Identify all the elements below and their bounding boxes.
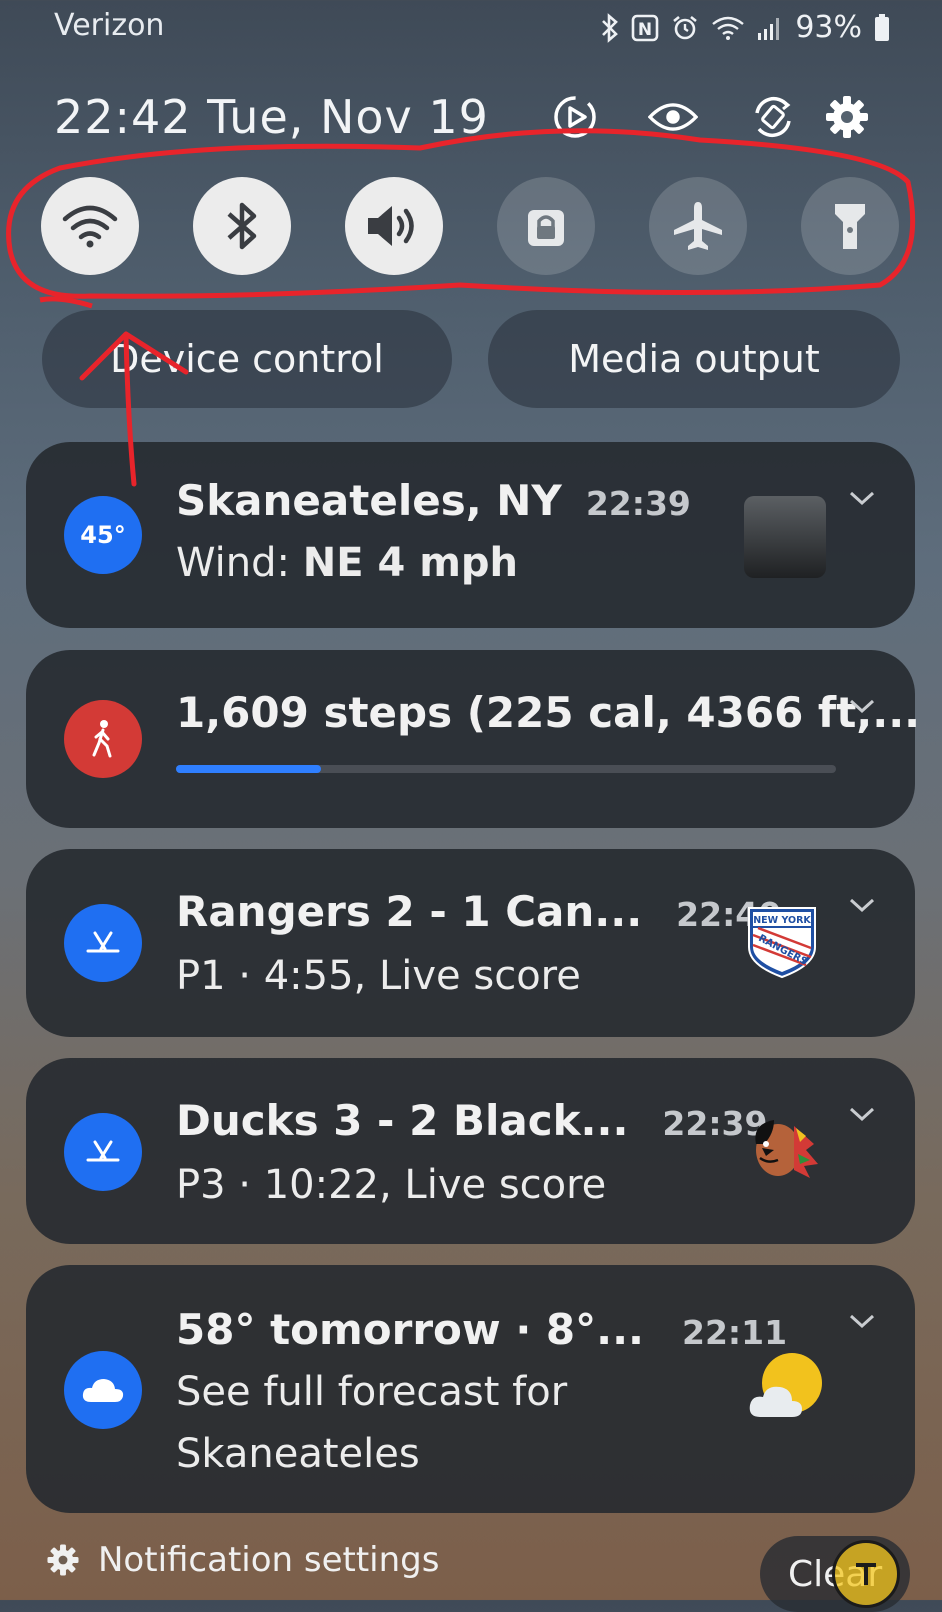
signal-icon bbox=[757, 15, 783, 41]
game-status: P3 · 10:22, Live score bbox=[176, 1162, 607, 1208]
battery-icon bbox=[874, 13, 890, 42]
bluetooth-icon bbox=[227, 202, 257, 250]
wind-label: Wind: bbox=[176, 540, 303, 586]
text-t-icon bbox=[856, 1563, 876, 1585]
notification-time: 22:39 bbox=[585, 484, 691, 523]
status-bar: Verizon N 93% bbox=[0, 0, 942, 56]
wifi-icon bbox=[62, 205, 118, 248]
chevron-down-icon[interactable] bbox=[847, 696, 877, 716]
notification-title: Ducks 3 - 2 Black... 22:39 bbox=[176, 1096, 767, 1145]
status-icons: N 93% bbox=[601, 10, 890, 45]
chevron-down-icon[interactable] bbox=[847, 895, 877, 915]
game-score-title: Ducks 3 - 2 Black... bbox=[176, 1096, 629, 1145]
media-output-label: Media output bbox=[568, 337, 820, 381]
walking-figure-icon bbox=[92, 720, 112, 758]
steps-progress-track bbox=[176, 765, 836, 773]
battery-percent: 93% bbox=[795, 10, 862, 45]
settings-icon[interactable] bbox=[822, 92, 872, 142]
steps-title: 1,609 steps (225 cal, 4366 ft,... bbox=[176, 688, 921, 737]
flashlight-tile[interactable] bbox=[801, 177, 899, 275]
forecast-line-2: Skaneateles bbox=[176, 1431, 420, 1477]
device-control-label: Device control bbox=[110, 337, 384, 381]
wifi-calling-icon bbox=[711, 14, 745, 42]
forecast-line-1: See full forecast for bbox=[176, 1369, 568, 1415]
media-output-button[interactable]: Media output bbox=[488, 310, 900, 408]
notification-time: 22:11 bbox=[682, 1313, 788, 1352]
secure-folder-tile[interactable] bbox=[497, 177, 595, 275]
text-extract-floating-icon[interactable] bbox=[832, 1540, 900, 1608]
svg-text:N: N bbox=[638, 20, 652, 40]
ducks-score-notification[interactable]: Ducks 3 - 2 Black... 22:39 P3 · 10:22, Li… bbox=[26, 1058, 915, 1244]
chevron-down-icon[interactable] bbox=[847, 488, 877, 508]
lock-icon bbox=[528, 210, 564, 246]
sports-app-icon bbox=[64, 904, 142, 982]
chevron-down-icon[interactable] bbox=[847, 1104, 877, 1124]
game-score-title: Rangers 2 - 1 Can... bbox=[176, 887, 643, 936]
cloud-icon bbox=[82, 1379, 124, 1402]
partly-cloudy-icon bbox=[749, 1353, 822, 1417]
sound-tile[interactable] bbox=[345, 177, 443, 275]
wifi-tile[interactable] bbox=[41, 177, 139, 275]
rangers-score-notification[interactable]: Rangers 2 - 1 Can... 22:40 P1 · 4:55, Liv… bbox=[26, 849, 915, 1037]
auto-rotate-icon[interactable] bbox=[748, 92, 798, 142]
airplane-icon bbox=[674, 202, 722, 250]
flashlight-icon bbox=[835, 204, 865, 249]
weather-thumbnail bbox=[744, 496, 826, 578]
weather-notification[interactable]: 45° Skaneateles, NY 22:39 Wind: NE 4 mph bbox=[26, 442, 915, 628]
screen-recorder-icon[interactable] bbox=[550, 92, 600, 142]
notification-title: Skaneateles, NY 22:39 bbox=[176, 476, 691, 525]
gear-icon bbox=[47, 1544, 79, 1576]
nfc-icon: N bbox=[631, 14, 659, 42]
airplane-mode-tile[interactable] bbox=[649, 177, 747, 275]
weather-app-icon bbox=[64, 1351, 142, 1429]
blackhawks-logo bbox=[755, 1120, 818, 1178]
forecast-notification[interactable]: 58° tomorrow · 8°... 22:11 See full forec… bbox=[26, 1265, 915, 1513]
steps-progress-fill bbox=[176, 765, 322, 773]
notification-subtext: Wind: NE 4 mph bbox=[176, 540, 518, 586]
speaker-icon bbox=[368, 206, 414, 246]
alarm-icon bbox=[671, 14, 699, 42]
svg-text:NEW YORK: NEW YORK bbox=[753, 915, 811, 926]
hockey-sticks-icon bbox=[86, 931, 120, 953]
sports-app-icon bbox=[64, 1113, 142, 1191]
weather-app-icon: 45° bbox=[64, 496, 142, 574]
hockey-sticks-icon bbox=[86, 1140, 120, 1162]
date-time: 22:42 Tue, Nov 19 bbox=[54, 90, 489, 144]
eye-comfort-icon[interactable] bbox=[648, 92, 698, 142]
wind-value: NE 4 mph bbox=[302, 540, 518, 586]
notification-title: Rangers 2 - 1 Can... 22:40 bbox=[176, 887, 781, 936]
notification-settings-link[interactable]: Notification settings bbox=[46, 1540, 439, 1580]
rangers-logo: NEW YORK RANGERS bbox=[748, 907, 816, 979]
game-status: P1 · 4:55, Live score bbox=[176, 953, 581, 999]
notification-title: 58° tomorrow · 8°... 22:11 bbox=[176, 1305, 787, 1354]
bluetooth-tile[interactable] bbox=[193, 177, 291, 275]
steps-notification[interactable]: 1,609 steps (225 cal, 4366 ft,... bbox=[26, 650, 920, 828]
weather-location: Skaneateles, NY bbox=[176, 476, 562, 525]
samsung-health-icon bbox=[64, 700, 142, 778]
chevron-down-icon[interactable] bbox=[847, 1311, 877, 1331]
forecast-title: 58° tomorrow · 8°... bbox=[176, 1305, 644, 1354]
notification-settings-label: Notification settings bbox=[98, 1540, 440, 1580]
bluetooth-icon bbox=[601, 12, 619, 43]
device-control-button[interactable]: Device control bbox=[42, 310, 452, 408]
carrier-name: Verizon bbox=[54, 8, 165, 43]
